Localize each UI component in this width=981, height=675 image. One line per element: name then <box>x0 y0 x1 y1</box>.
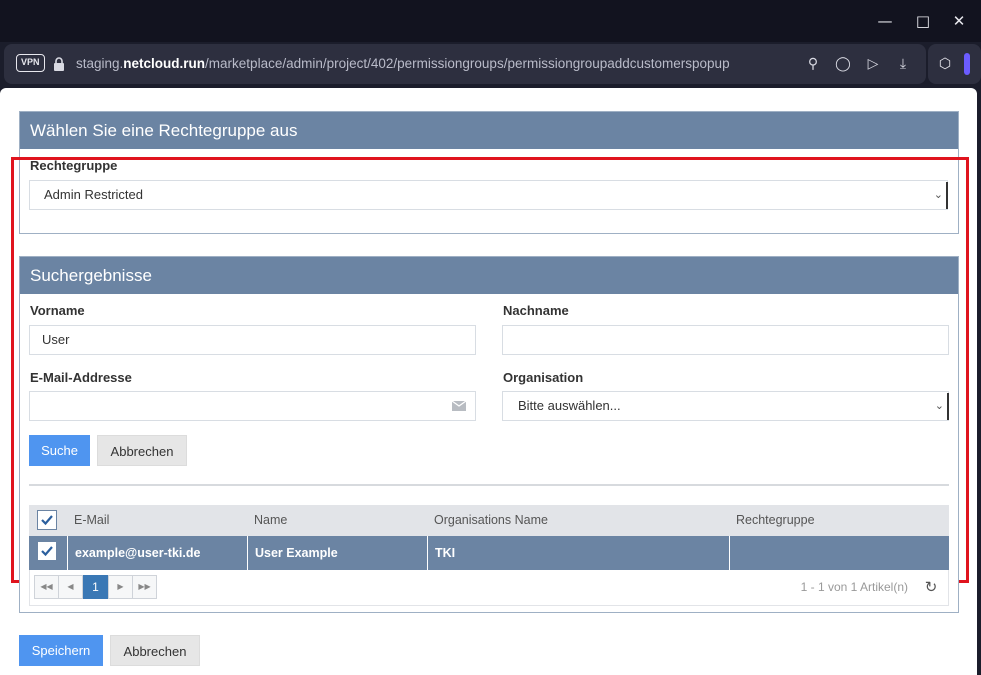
minimize-icon[interactable]: — <box>873 10 897 32</box>
close-icon[interactable]: ✕ <box>947 10 971 32</box>
table-row[interactable]: example@user-tki.de User Example TKI <box>29 536 949 570</box>
cancel-button[interactable]: Abbrechen <box>110 635 200 666</box>
last-page-icon[interactable]: ▶▶ <box>132 575 157 599</box>
firstname-value: User <box>42 332 70 347</box>
cell-group <box>729 536 949 570</box>
extensions-area: ⬡ <box>928 44 981 84</box>
pager-info: 1 - 1 von 1 Artikel(n) <box>800 580 908 594</box>
row-checkbox[interactable] <box>37 541 57 561</box>
firstname-label: Vorname <box>30 303 85 318</box>
column-header-organisation[interactable]: Organisations Name <box>434 505 548 536</box>
chevron-down-icon: ⌄ <box>934 399 944 412</box>
vpn-badge[interactable]: VPN <box>16 54 45 72</box>
maximize-icon[interactable]: □ <box>911 10 935 32</box>
next-page-icon[interactable]: ▶ <box>108 575 133 599</box>
divider <box>29 484 949 486</box>
save-button[interactable]: Speichern <box>19 635 103 666</box>
cell-email: example@user-tki.de <box>67 536 248 570</box>
envelope-icon <box>452 401 466 411</box>
grid-header: E-Mail Name Organisations Name Rechtegru… <box>29 505 949 536</box>
search-panel-title: Suchergebnisse <box>20 257 958 294</box>
address-bar[interactable]: VPN staging.netcloud.run/marketplace/adm… <box>4 44 926 84</box>
first-page-icon[interactable]: ◀◀ <box>34 575 59 599</box>
org-select[interactable]: Bitte auswählen... ⌄ <box>502 391 949 421</box>
column-header-name[interactable]: Name <box>254 505 287 536</box>
cell-organisation: TKI <box>427 536 730 570</box>
cell-name: User Example <box>247 536 428 570</box>
org-label: Organisation <box>503 370 584 385</box>
cube-icon[interactable]: ⬡ <box>936 55 954 73</box>
window-titlebar: — □ ✕ <box>0 0 981 42</box>
select-focus-bar <box>947 393 949 420</box>
search-cancel-button[interactable]: Abbrechen <box>97 435 187 466</box>
shield-icon[interactable]: ◯ <box>834 55 852 73</box>
column-header-group[interactable]: Rechtegruppe <box>736 505 815 536</box>
lastname-input[interactable] <box>502 325 949 355</box>
download-icon[interactable]: ⤓ <box>894 55 912 73</box>
page-number-button[interactable]: 1 <box>83 575 108 599</box>
refresh-icon[interactable]: ↻ <box>922 578 940 596</box>
checkmark-icon <box>41 546 53 557</box>
column-header-email[interactable]: E-Mail <box>74 505 109 536</box>
email-input[interactable] <box>29 391 476 421</box>
url-domain: netcloud.run <box>123 56 206 71</box>
group-panel-title: Wählen Sie eine Rechtegruppe aus <box>20 112 958 149</box>
org-select-value: Bitte auswählen... <box>518 398 621 413</box>
url-prefix: staging. <box>76 56 124 71</box>
url-path: /marketplace/admin/project/402/permissio… <box>205 56 730 71</box>
lock-icon <box>54 57 64 71</box>
checkmark-icon <box>41 515 53 526</box>
zoom-icon[interactable]: ⚲ <box>804 55 822 73</box>
url-text[interactable]: staging.netcloud.run/marketplace/admin/p… <box>76 56 730 71</box>
send-icon[interactable]: ▷ <box>864 55 882 73</box>
search-button[interactable]: Suche <box>29 435 90 466</box>
grid-pager: ◀◀ ◀ 1 ▶ ▶▶ 1 - 1 von 1 Artikel(n) ↻ <box>29 570 949 606</box>
firstname-input[interactable]: User <box>29 325 476 355</box>
lastname-label: Nachname <box>503 303 569 318</box>
prev-page-icon[interactable]: ◀ <box>58 575 83 599</box>
email-label: E-Mail-Addresse <box>30 370 132 385</box>
select-all-checkbox[interactable] <box>37 510 57 530</box>
sidebar-indicator[interactable] <box>964 53 970 75</box>
